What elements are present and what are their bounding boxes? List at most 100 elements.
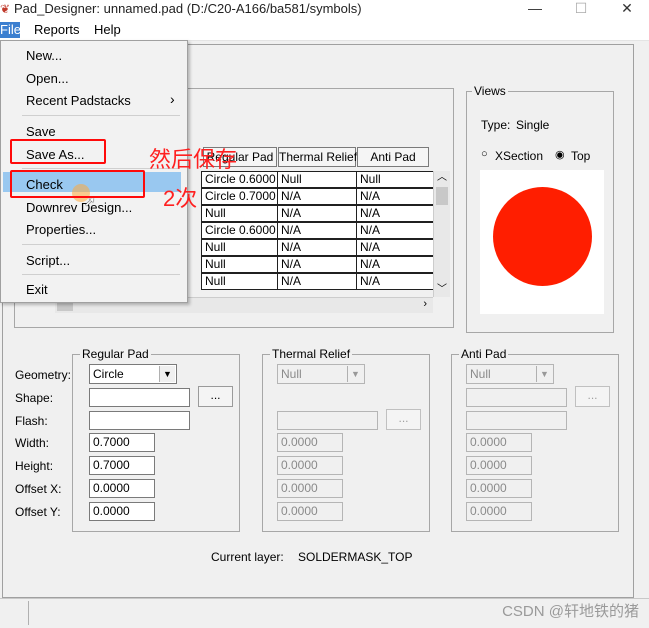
menu-bar: File Reports Help [0, 20, 649, 41]
scroll-down-icon[interactable]: ﹀ [434, 283, 450, 297]
regular-flash-field[interactable] [89, 411, 190, 430]
scroll-thumb[interactable] [436, 187, 448, 205]
minimize-button[interactable]: — [517, 0, 553, 18]
table-cell[interactable]: N/A [356, 222, 434, 239]
table-cell[interactable]: N/A [356, 188, 434, 205]
regular-shape-browse-button[interactable]: ... [198, 386, 233, 407]
table-vertical-scrollbar[interactable]: ︿ ﹀ [433, 171, 450, 297]
scroll-up-icon[interactable]: ︿ [434, 171, 450, 185]
regular-pad-title: Regular Pad [80, 347, 151, 361]
pad-preview [480, 170, 604, 314]
regular-offset-x-field[interactable]: 0.0000 [89, 479, 155, 498]
table-cell[interactable]: Circle 0.7000 [201, 188, 279, 205]
chevron-down-icon[interactable]: ▼ [159, 366, 175, 382]
thermal-flash-browse-button[interactable]: ... [386, 409, 421, 430]
menu-item-script[interactable]: Script... [26, 253, 70, 268]
menu-item-properties[interactable]: Properties... [26, 222, 96, 237]
menu-help[interactable]: Help [90, 22, 125, 38]
menu-item-downrev-design[interactable]: Downrev Design... [26, 200, 132, 215]
thermal-flash-field[interactable] [277, 411, 378, 430]
anti-width-field[interactable]: 0.0000 [466, 433, 532, 452]
thermal-offset-x-field[interactable]: 0.0000 [277, 479, 343, 498]
layers-table: Circle 0.6000 Null Null Circle 0.7000 N/A N/A… [201, 171, 449, 297]
app-icon: ❦ [0, 2, 11, 16]
table-cell[interactable]: N/A [277, 273, 358, 290]
table-cell[interactable]: Null [201, 256, 279, 273]
pad-circle-preview [493, 187, 592, 286]
status-divider [28, 601, 29, 625]
table-cell[interactable]: N/A [356, 256, 434, 273]
menu-item-save[interactable]: Save [26, 124, 56, 139]
thermal-offset-y-field[interactable]: 0.0000 [277, 502, 343, 521]
anti-offset-x-field[interactable]: 0.0000 [466, 479, 532, 498]
table-cell[interactable]: N/A [277, 256, 358, 273]
top-radio[interactable]: ◉ [555, 148, 565, 161]
header-anti-pad[interactable]: Anti Pad [357, 147, 429, 167]
table-cell[interactable]: Null [201, 205, 279, 222]
table-cell[interactable]: N/A [356, 239, 434, 256]
offset-y-label: Offset Y: [15, 505, 61, 519]
window-title: Pad_Designer: unnamed.pad (D:/C20-A166/b… [14, 1, 362, 16]
top-label[interactable]: Top [571, 149, 590, 163]
regular-width-field[interactable]: 0.7000 [89, 433, 155, 452]
thermal-relief-title: Thermal Relief [270, 347, 353, 361]
chevron-down-icon[interactable]: ▼ [347, 366, 363, 382]
xsection-label[interactable]: XSection [495, 149, 543, 163]
table-cell[interactable]: N/A [356, 273, 434, 290]
chevron-down-icon[interactable]: ▼ [536, 366, 552, 382]
table-cell[interactable]: N/A [356, 205, 434, 222]
regular-shape-field[interactable] [89, 388, 190, 407]
watermark: CSDN @轩地铁的猪 [502, 603, 639, 620]
type-label: Type: [481, 118, 511, 132]
table-cell[interactable]: N/A [277, 222, 358, 239]
regular-geometry-select[interactable]: Circle ▼ [89, 364, 177, 384]
anti-height-field[interactable]: 0.0000 [466, 456, 532, 475]
menu-separator [22, 274, 180, 275]
table-cell[interactable]: N/A [277, 205, 358, 222]
anti-offset-y-field[interactable]: 0.0000 [466, 502, 532, 521]
menu-item-exit[interactable]: Exit [26, 282, 48, 297]
anti-geometry-select[interactable]: Null ▼ [466, 364, 554, 384]
thermal-geometry-select[interactable]: Null ▼ [277, 364, 365, 384]
xsection-radio[interactable]: ○ [481, 148, 488, 160]
height-label: Height: [15, 459, 54, 473]
type-value: Single [516, 118, 550, 132]
table-cell[interactable]: Circle 0.6000 [201, 222, 279, 239]
annotation-then-save: 然后保存 [149, 147, 238, 172]
current-layer-value: SOLDERMASK_TOP [298, 550, 413, 564]
table-cell[interactable]: Null [201, 273, 279, 290]
thermal-height-field[interactable]: 0.0000 [277, 456, 343, 475]
table-cell[interactable]: N/A [277, 239, 358, 256]
thermal-width-field[interactable]: 0.0000 [277, 433, 343, 452]
regular-height-field[interactable]: 0.7000 [89, 456, 155, 475]
menu-reports[interactable]: Reports [30, 22, 84, 38]
menu-item-open[interactable]: Open... [26, 71, 69, 86]
shape-label: Shape: [15, 391, 54, 405]
thermal-geometry-value: Null [281, 367, 302, 381]
table-cell[interactable]: Null [277, 171, 358, 188]
geometry-label: Geometry: [15, 368, 72, 382]
header-thermal-relief[interactable]: Thermal Relief [278, 147, 357, 167]
menu-separator [22, 115, 180, 116]
table-cell[interactable]: Null [201, 239, 279, 256]
table-cell[interactable]: N/A [277, 188, 358, 205]
views-title: Views [472, 84, 508, 98]
maximize-button[interactable]: ☐ [563, 0, 599, 18]
anti-shape-browse-button[interactable]: ... [575, 386, 610, 407]
menu-separator [22, 244, 180, 245]
menu-item-new[interactable]: New... [26, 48, 62, 63]
menu-item-recent-padstacks[interactable]: Recent Padstacks [26, 93, 131, 108]
anti-geometry-value: Null [470, 367, 491, 381]
annotation-twice: 2次 [163, 186, 198, 211]
anti-flash-field[interactable] [466, 411, 567, 430]
anti-pad-title: Anti Pad [459, 347, 509, 361]
close-button[interactable]: ✕ [609, 0, 645, 18]
scroll-right-icon[interactable]: › [423, 298, 427, 310]
current-layer-label: Current layer: [211, 550, 284, 564]
anti-shape-field[interactable] [466, 388, 567, 407]
regular-offset-y-field[interactable]: 0.0000 [89, 502, 155, 521]
table-cell[interactable]: Null [356, 171, 434, 188]
width-label: Width: [15, 436, 50, 450]
regular-geometry-value: Circle [93, 367, 124, 381]
menu-file[interactable]: File [0, 22, 21, 38]
